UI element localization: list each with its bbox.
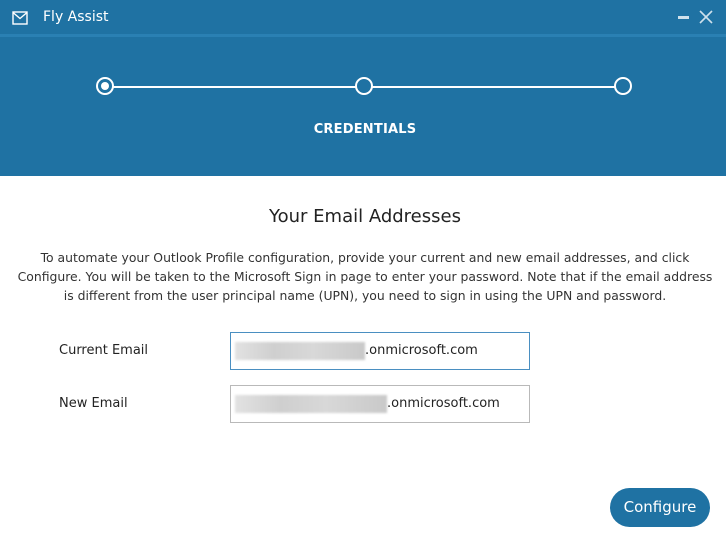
minimize-icon: [678, 16, 689, 19]
redacted-username: [235, 342, 365, 360]
fly-assist-window: Fly Assist CREDENTIALS Your Email Addres…: [0, 0, 726, 541]
instructions-text: To automate your Outlook Profile configu…: [17, 250, 713, 303]
configure-button[interactable]: Configure: [610, 488, 710, 527]
section-title: Your Email Addresses: [269, 206, 461, 227]
step-2-indicator: [355, 77, 373, 95]
close-button[interactable]: [695, 6, 717, 28]
new-email-label: New Email: [59, 396, 128, 411]
progress-stepper: [96, 77, 636, 97]
step-active-dot: [101, 82, 109, 90]
new-email-row: New Email .onmicrosoft.com: [0, 385, 726, 423]
header-banner: Fly Assist CREDENTIALS: [0, 0, 726, 176]
current-email-domain: .onmicrosoft.com: [365, 343, 478, 358]
minimize-button[interactable]: [672, 6, 694, 28]
close-icon: [699, 10, 713, 24]
titlebar: Fly Assist: [0, 0, 726, 34]
mail-icon: [12, 10, 28, 25]
new-email-domain: .onmicrosoft.com: [387, 396, 500, 411]
header-divider: [0, 34, 726, 37]
app-title: Fly Assist: [43, 9, 109, 25]
current-email-row: Current Email .onmicrosoft.com: [0, 332, 726, 370]
current-email-input[interactable]: .onmicrosoft.com: [230, 332, 530, 370]
new-email-input[interactable]: .onmicrosoft.com: [230, 385, 530, 423]
current-email-label: Current Email: [59, 343, 149, 358]
redacted-username: [235, 395, 387, 413]
step-1-indicator-active: [96, 77, 114, 95]
current-step-label: CREDENTIALS: [313, 122, 417, 137]
step-3-indicator: [614, 77, 632, 95]
